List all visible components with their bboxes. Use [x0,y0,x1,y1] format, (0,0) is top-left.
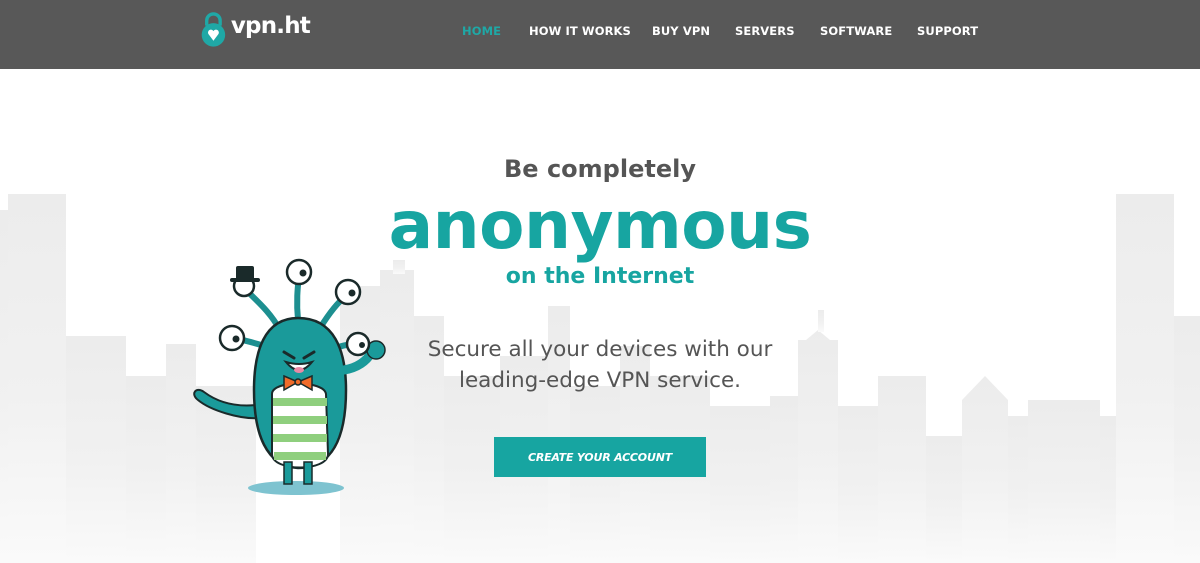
hero-description-line: Secure all your devices with our [427,337,773,362]
nav-support[interactable]: SUPPORT [917,24,978,38]
padlock-icon [201,12,226,47]
nav-software[interactable]: SOFTWARE [820,24,892,38]
site-logo[interactable]: vpn.ht [200,7,311,51]
logo-text: vpn.ht [230,13,311,39]
hero-pre-title: Be completely [504,155,696,183]
nav-how-it-works[interactable]: HOW IT WORKS [529,24,631,38]
hero-description-line: leading-edge VPN service. [458,368,742,393]
create-account-button[interactable]: CREATE YOUR ACCOUNT [494,437,706,477]
nav-home[interactable]: HOME [462,24,501,38]
hero-description: Secure all your devices with our leading… [400,334,800,396]
hero-post-title: on the Internet [505,264,695,289]
hero-title: anonymous [388,187,812,264]
nav-buy-vpn[interactable]: BUY VPN [652,24,710,38]
nav-servers[interactable]: SERVERS [735,24,795,38]
top-navigation-bar: vpn.ht HOME HOW IT WORKS BUY VPN SERVERS… [0,0,1200,69]
